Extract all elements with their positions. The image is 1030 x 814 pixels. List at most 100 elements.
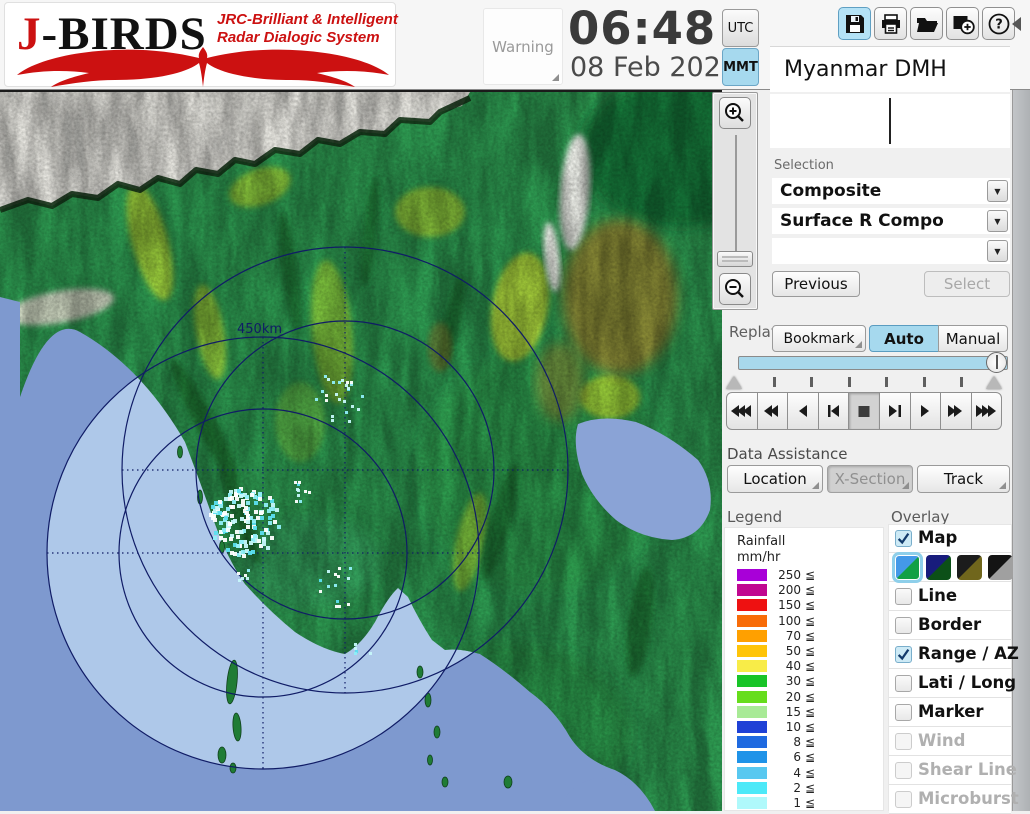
- collapse-panel-arrow-icon[interactable]: [1012, 17, 1021, 31]
- open-folder-button[interactable]: [910, 7, 943, 40]
- legend-value: 8: [753, 735, 801, 749]
- fast-rewind-to-start-icon: [731, 404, 753, 418]
- save-button[interactable]: [838, 7, 871, 40]
- play-reverse-button[interactable]: [787, 392, 819, 430]
- help-icon: ?: [987, 12, 1011, 36]
- step-backward-button[interactable]: [818, 392, 850, 430]
- radar-map[interactable]: 450km: [0, 90, 722, 811]
- legend-value: 30: [753, 674, 801, 688]
- location-button[interactable]: Location: [727, 465, 823, 493]
- add-image-icon: [951, 12, 975, 36]
- legend-row: 150≦: [725, 598, 885, 613]
- fast-rewind-to-start-button[interactable]: [726, 392, 758, 430]
- dropdown-extra[interactable]: ▼: [772, 238, 1010, 264]
- zoom-slider-handle[interactable]: [717, 251, 753, 267]
- previous-button[interactable]: Previous: [772, 271, 860, 297]
- legend-comparator: ≦: [805, 629, 815, 643]
- slider-end-marker-icon[interactable]: [986, 376, 1002, 389]
- map-zoom-control: [712, 92, 758, 310]
- warning-button[interactable]: Warning: [483, 8, 563, 85]
- track-label: Track: [944, 470, 983, 488]
- save-icon: [843, 12, 867, 36]
- clock-date: 08 Feb 2020: [570, 52, 738, 83]
- legend-value: 4: [753, 766, 801, 780]
- slider-tick: [810, 377, 813, 387]
- map-style-swatch-1[interactable]: [895, 555, 920, 580]
- legend-value: 50: [753, 644, 801, 658]
- fast-forward-to-end-icon: [976, 404, 998, 418]
- slider-start-marker-icon[interactable]: [726, 376, 742, 389]
- legend-section-label: Legend: [727, 508, 782, 526]
- legend-row: 2≦: [725, 781, 885, 796]
- bookmark-button[interactable]: Bookmark: [772, 325, 866, 352]
- legend-row: 4≦: [725, 766, 885, 781]
- location-label: Location: [743, 470, 806, 488]
- track-button[interactable]: Track: [917, 465, 1010, 493]
- legend-row: 20≦: [725, 690, 885, 705]
- help-button[interactable]: ?: [982, 7, 1015, 40]
- x-section-button[interactable]: X-Section: [827, 465, 913, 493]
- corner-handle-icon: [812, 482, 819, 489]
- slider-tick: [848, 377, 851, 387]
- chevron-down-icon[interactable]: ▼: [987, 180, 1008, 202]
- svg-text:?: ?: [995, 17, 1003, 32]
- checkbox: [895, 791, 912, 808]
- manual-mode-button[interactable]: Manual: [938, 325, 1008, 352]
- overlay-item-line: Line: [889, 583, 1011, 611]
- checkbox[interactable]: [895, 617, 912, 634]
- checkbox[interactable]: [895, 675, 912, 692]
- legend-value: 20: [753, 690, 801, 704]
- legend-comparator: ≦: [805, 766, 815, 780]
- bookmark-label: Bookmark: [784, 331, 855, 347]
- legend-comparator: ≦: [805, 659, 815, 673]
- legend-comparator: ≦: [805, 735, 815, 749]
- dropdown-category[interactable]: Composite ▼: [772, 178, 1010, 204]
- corner-handle-icon: [855, 341, 862, 348]
- magnifier-plus-icon: [723, 101, 747, 125]
- map-style-swatch-3[interactable]: [957, 555, 982, 580]
- print-button[interactable]: [874, 7, 907, 40]
- overlay-item-label: Line: [918, 586, 957, 605]
- map-style-swatch-2[interactable]: [926, 555, 951, 580]
- legend-comparator: ≦: [805, 705, 815, 719]
- timezone-mmt-button[interactable]: MMT: [722, 48, 759, 86]
- fast-forward-button[interactable]: [940, 392, 972, 430]
- chevron-down-icon[interactable]: ▼: [987, 240, 1008, 262]
- dropdown-product[interactable]: Surface R Compo ▼: [772, 208, 1010, 234]
- chevron-down-icon[interactable]: ▼: [987, 210, 1008, 232]
- legend-row: 70≦: [725, 629, 885, 644]
- checkbox[interactable]: [895, 588, 912, 605]
- stop-button[interactable]: [848, 392, 880, 430]
- checkbox: [895, 762, 912, 779]
- fast-forward-to-end-button[interactable]: [971, 392, 1003, 430]
- replay-time-slider[interactable]: [738, 356, 1008, 370]
- play-button[interactable]: [910, 392, 942, 430]
- select-button[interactable]: Select: [924, 271, 1010, 297]
- corner-handle-icon: [999, 482, 1006, 489]
- overlay-item-label: Shear Line: [918, 760, 1017, 779]
- eagle-logo-icon: [13, 45, 393, 89]
- add-image-button[interactable]: [946, 7, 979, 40]
- overlay-item-range-az: Range / AZ: [889, 641, 1011, 669]
- auto-mode-button[interactable]: Auto: [869, 325, 939, 352]
- timezone-utc-button[interactable]: UTC: [722, 9, 759, 47]
- map-style-swatch-4[interactable]: [988, 555, 1013, 580]
- data-assistance-label: Data Assistance: [727, 445, 848, 463]
- legend-value: 100: [753, 614, 801, 628]
- step-forward-button[interactable]: [879, 392, 911, 430]
- legend-comparator: ≦: [805, 568, 815, 582]
- checkbox-checked[interactable]: [895, 530, 912, 547]
- zoom-out-button[interactable]: [719, 273, 751, 305]
- legend-title-1: Rainfall: [737, 534, 785, 549]
- step-backward-icon: [823, 404, 845, 418]
- legend-row: 8≦: [725, 735, 885, 750]
- checkbox-checked[interactable]: [895, 646, 912, 663]
- replay-slider-thumb[interactable]: [986, 352, 1007, 373]
- zoom-in-button[interactable]: [719, 97, 751, 129]
- zoom-slider-track[interactable]: [735, 135, 737, 253]
- toolbar: ?: [838, 7, 1015, 40]
- checkbox[interactable]: [895, 704, 912, 721]
- fast-rewind-button[interactable]: [757, 392, 789, 430]
- logo-subtitle-1: JRC-Brilliant & Intelligent: [217, 11, 398, 28]
- overlay-item-shear-line: Shear Line: [889, 757, 1011, 785]
